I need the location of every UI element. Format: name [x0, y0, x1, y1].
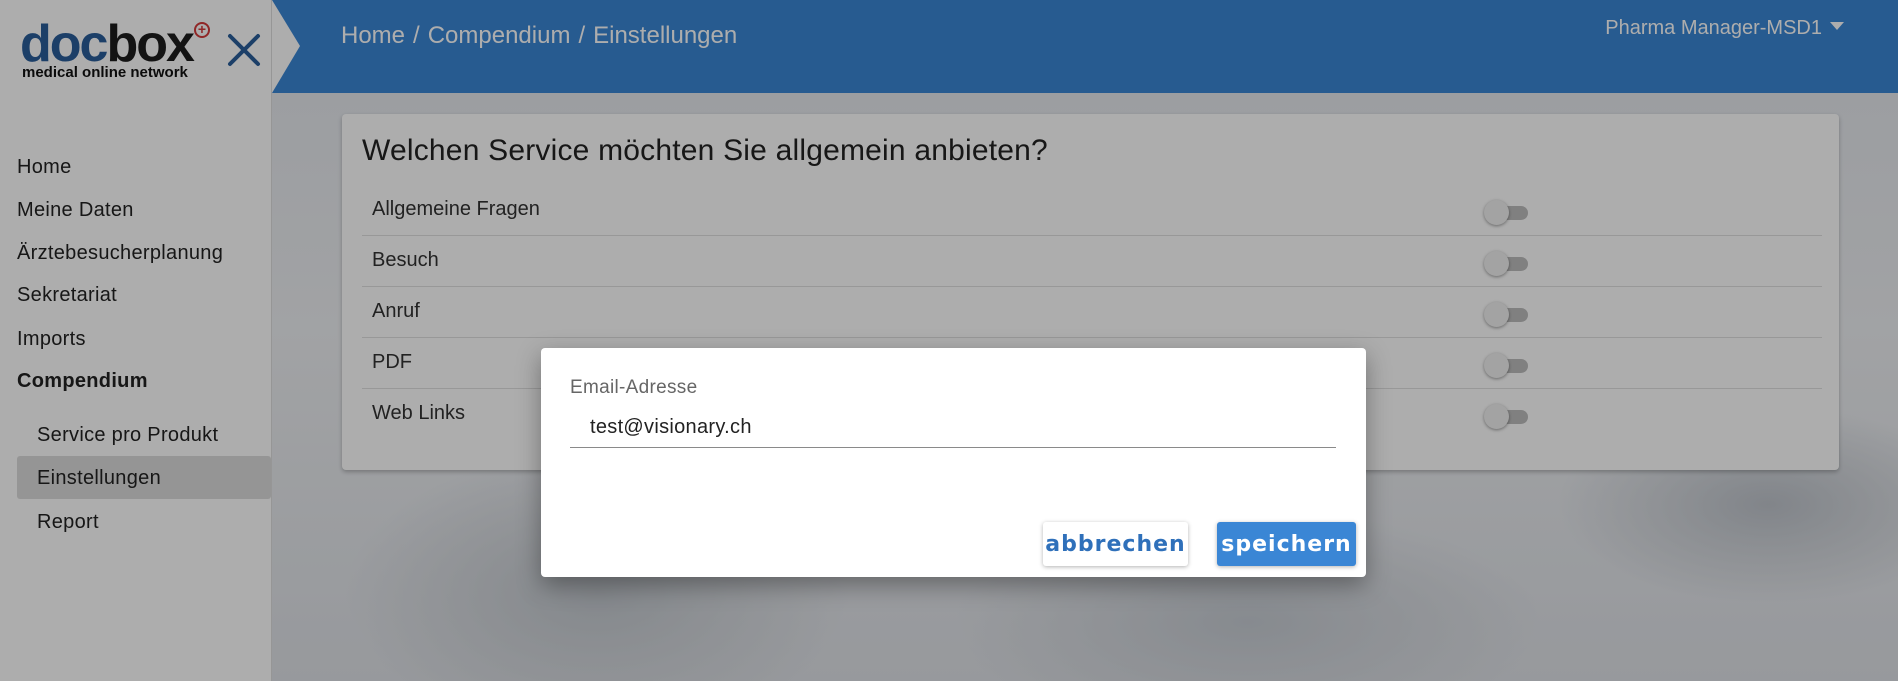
save-button[interactable]: speichern: [1217, 522, 1356, 566]
email-field[interactable]: [570, 408, 1336, 448]
cancel-button[interactable]: abbrechen: [1043, 522, 1188, 566]
modal-backdrop[interactable]: [0, 0, 1898, 681]
email-dialog: Email-Adresse abbrechen speichern: [541, 348, 1366, 577]
email-field-label: Email-Adresse: [570, 377, 698, 398]
